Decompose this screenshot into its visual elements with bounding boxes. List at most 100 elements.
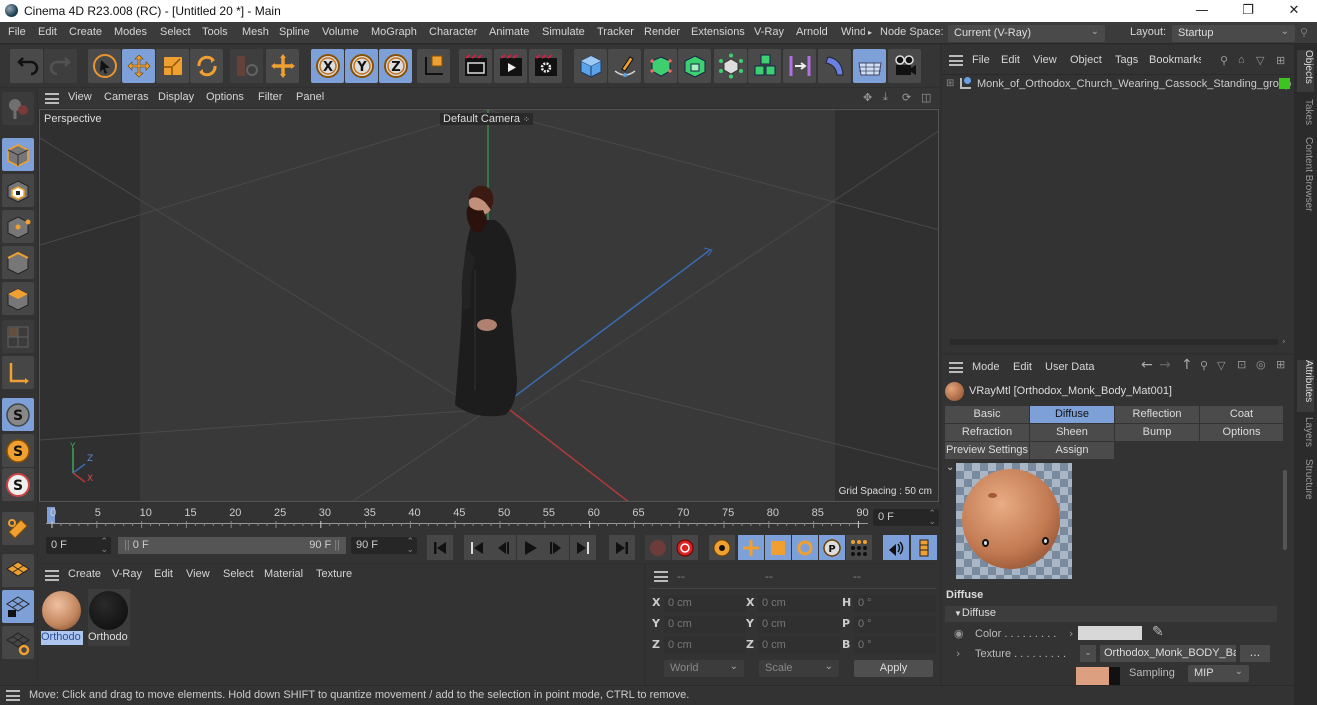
objects-menu-bookmarks[interactable]: Bookmarks xyxy=(1149,54,1201,66)
point-mode-icon[interactable] xyxy=(2,210,34,243)
dolly-view-icon[interactable]: ⤓ xyxy=(883,91,888,104)
home-icon[interactable]: ⌂ xyxy=(1238,54,1245,66)
tab-layers[interactable]: Layers xyxy=(1297,417,1314,453)
extrude-icon[interactable] xyxy=(678,49,711,83)
coord-field[interactable]: 0 ° xyxy=(854,616,936,633)
new-panel-icon[interactable]: ⊞ xyxy=(1276,54,1285,67)
next-key-icon[interactable] xyxy=(570,535,596,560)
point-level-animation-icon[interactable] xyxy=(846,535,872,560)
texture-field[interactable]: Orthodox_Monk_BODY_Bas xyxy=(1100,645,1236,662)
menu-render[interactable]: Render xyxy=(644,26,680,38)
tab-refraction[interactable]: Refraction xyxy=(945,424,1030,441)
menu-file[interactable]: File xyxy=(8,26,26,38)
attr-menu-mode[interactable]: Mode xyxy=(972,361,1000,373)
attributes-scrollbar[interactable] xyxy=(1283,470,1287,550)
minimize-button[interactable]: — xyxy=(1179,0,1225,22)
make-editable-icon[interactable] xyxy=(2,92,34,125)
tab-assign[interactable]: Assign xyxy=(1030,442,1115,459)
recent-tools-icon[interactable] xyxy=(230,49,263,83)
attr-menu-edit[interactable]: Edit xyxy=(1013,361,1032,373)
render-picture-viewer-icon[interactable] xyxy=(494,49,527,83)
x-axis-lock-icon[interactable]: X xyxy=(311,49,344,83)
record-active-objects-icon[interactable] xyxy=(645,535,671,560)
sound-icon[interactable] xyxy=(883,535,909,560)
tab-options[interactable]: Options xyxy=(1200,424,1284,441)
deformer-icon[interactable] xyxy=(783,49,816,83)
tab-sheen[interactable]: Sheen xyxy=(1030,424,1115,441)
search-icon[interactable]: ⚲ xyxy=(1220,54,1228,67)
tab-attributes[interactable]: Attributes xyxy=(1297,360,1314,412)
go-to-end-icon[interactable] xyxy=(609,535,635,560)
hamburger-menu-icon[interactable] xyxy=(654,571,668,582)
start-frame-field[interactable]: 0 F ⌃ ⌄ xyxy=(46,537,111,554)
uv-mode-icon[interactable] xyxy=(2,320,34,353)
toggle-view-icon[interactable]: ◫ xyxy=(921,91,931,104)
coord-field[interactable]: 0 cm xyxy=(758,595,840,612)
camera-label[interactable]: Default Camera ⁘ xyxy=(440,113,533,125)
material-menu-material[interactable]: Material xyxy=(264,568,303,580)
material-item[interactable]: Orthodo xyxy=(88,589,130,646)
menu-extensions[interactable]: Extensions xyxy=(691,26,745,38)
horizontal-scrollbar[interactable] xyxy=(950,339,1278,345)
sampling-select[interactable]: MIP ⌄ xyxy=(1188,665,1249,682)
workplane-rotate-icon[interactable] xyxy=(2,626,34,659)
previous-key-icon[interactable] xyxy=(464,535,490,560)
viewport-menu-panel[interactable]: Panel xyxy=(296,91,324,103)
frame-range-slider[interactable]: || 0 F 90 F || xyxy=(118,537,346,554)
attr-menu-user-data[interactable]: User Data xyxy=(1045,361,1095,373)
node-space-select[interactable]: Current (V-Ray) ⌄ xyxy=(948,25,1105,42)
coord-field[interactable]: 0 cm xyxy=(758,616,840,633)
objects-menu-tags[interactable]: Tags xyxy=(1115,54,1138,66)
pen-icon[interactable] xyxy=(608,49,641,83)
keyframe-selection-icon[interactable] xyxy=(709,535,735,560)
material-item[interactable]: Orthodo xyxy=(41,589,83,646)
coord-field[interactable]: 0 cm xyxy=(664,595,746,612)
filter-icon[interactable]: ▽ xyxy=(1256,54,1264,67)
hamburger-menu-icon[interactable] xyxy=(949,362,963,373)
maximize-button[interactable]: ❐ xyxy=(1225,0,1271,22)
texture-mode-icon[interactable] xyxy=(2,174,34,207)
coord-field[interactable]: 0 cm xyxy=(664,637,746,654)
apply-button[interactable]: Apply xyxy=(854,660,933,677)
viewport-menu-filter[interactable]: Filter xyxy=(258,91,282,103)
workplane-lock-icon[interactable] xyxy=(2,554,34,587)
workplane-align-icon[interactable] xyxy=(2,590,34,623)
axis-move-icon[interactable] xyxy=(266,49,299,83)
tab-takes[interactable]: Takes xyxy=(1297,99,1314,131)
go-to-start-icon[interactable] xyxy=(427,535,453,560)
menu-create[interactable]: Create xyxy=(69,26,102,38)
parameter-key-icon[interactable]: P xyxy=(819,535,845,560)
menu-mesh[interactable]: Mesh xyxy=(242,26,269,38)
texture-dropdown-icon[interactable]: ⌄ xyxy=(1080,645,1096,662)
menu-modes[interactable]: Modes xyxy=(114,26,147,38)
menu-arnold[interactable]: Arnold xyxy=(796,26,828,38)
coordinate-mode-select[interactable]: Scale ⌄ xyxy=(759,660,839,677)
material-menu-vray[interactable]: V-Ray xyxy=(112,568,142,580)
visibility-status-icon[interactable] xyxy=(1279,78,1290,89)
menu-character[interactable]: Character xyxy=(429,26,477,38)
menu-overflow-arrow-icon[interactable]: ▸ xyxy=(868,28,872,37)
subdivision-icon[interactable] xyxy=(644,49,677,83)
tab-structure[interactable]: Structure xyxy=(1297,459,1314,509)
material-menu-view[interactable]: View xyxy=(186,568,210,580)
back-arrow-icon[interactable]: ← xyxy=(1141,357,1153,373)
render-view-icon[interactable] xyxy=(459,49,492,83)
menu-volume[interactable]: Volume xyxy=(322,26,359,38)
filter-icon[interactable]: ▽ xyxy=(1217,359,1225,372)
tab-objects[interactable]: Objects xyxy=(1297,50,1314,92)
undo-icon[interactable] xyxy=(10,49,43,83)
rotation-key-icon[interactable] xyxy=(792,535,818,560)
cloner-icon[interactable] xyxy=(714,49,747,83)
menu-tracker[interactable]: Tracker xyxy=(597,26,634,38)
up-arrow-icon[interactable]: ↑ xyxy=(1181,357,1193,373)
menu-edit[interactable]: Edit xyxy=(38,26,57,38)
y-axis-lock-icon[interactable]: Y xyxy=(345,49,378,83)
objects-menu-object[interactable]: Object xyxy=(1070,54,1102,66)
close-button[interactable]: ✕ xyxy=(1271,0,1317,22)
redo-icon[interactable] xyxy=(44,49,77,83)
spinner-icon[interactable]: ⌃⌄ xyxy=(100,537,108,554)
collapse-chevron-icon[interactable]: ⌄ xyxy=(946,462,954,473)
tab-diffuse[interactable]: Diffuse xyxy=(1030,406,1115,423)
scale-key-icon[interactable] xyxy=(765,535,791,560)
material-menu-create[interactable]: Create xyxy=(68,568,101,580)
